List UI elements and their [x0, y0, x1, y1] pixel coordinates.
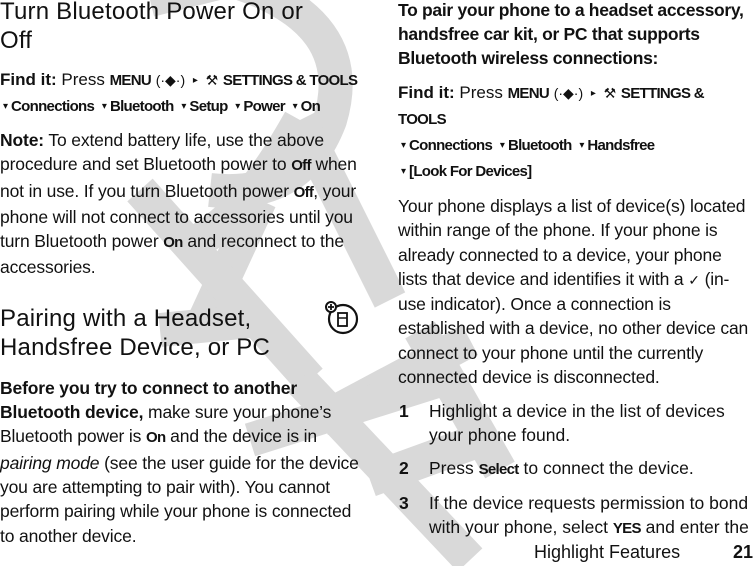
- note-text: To extend battery life, use the above pr…: [0, 130, 324, 175]
- arrow-down-icon: ▾: [579, 140, 585, 151]
- press-text: Press: [61, 70, 105, 89]
- arrow-down-icon: ▾: [401, 140, 407, 151]
- note-label: Note:: [0, 130, 44, 150]
- step-number: 2: [399, 458, 409, 479]
- pairing-intro: To pair your phone to a headset accessor…: [398, 0, 744, 68]
- find-it-label: Find it:: [398, 83, 455, 102]
- path-item: Handsfree: [587, 137, 655, 154]
- find-it-path: Find it: Press MENU (·◆·) ▸ ⚒ SETTINGS &…: [0, 67, 365, 119]
- off-key: Off: [293, 183, 314, 201]
- section-title-pairing: Pairing with a Headset, Handsfree Device…: [0, 304, 365, 362]
- pairing-text: and the device is in: [170, 426, 317, 447]
- find-it-label: Find it:: [0, 70, 57, 89]
- path-item: Bluetooth: [109, 98, 174, 115]
- arrow-down-icon: ▾: [499, 140, 505, 151]
- note-paragraph: Note: To extend battery life, use the ab…: [0, 128, 365, 280]
- new-feature-phone-icon: [325, 301, 359, 335]
- on-key: On: [163, 234, 183, 252]
- pairing-mode-term: pairing mode: [0, 452, 100, 473]
- step-text-post: to connect the device.: [523, 458, 694, 479]
- path-item: [Look For Devices]: [409, 163, 532, 180]
- title-line-2: Off: [0, 27, 33, 54]
- nav-key-icon: (·◆·): [553, 85, 584, 101]
- step-text: If the device requests permission to bon…: [429, 491, 754, 541]
- arrow-right-icon: ▸: [590, 88, 596, 99]
- nav-key-icon: (·◆·): [155, 72, 186, 88]
- arrow-down-icon: ▾: [292, 101, 298, 112]
- left-column: Turn Bluetooth Power On or Off Find it: …: [0, 0, 365, 548]
- step-number: 1: [399, 401, 409, 422]
- path-item: Connections: [11, 98, 95, 115]
- path-item: Bluetooth: [507, 137, 572, 154]
- page-number: 21: [733, 542, 754, 562]
- arrow-down-icon: ▾: [401, 166, 407, 177]
- device-list-paragraph: Your phone displays a list of device(s) …: [398, 194, 754, 389]
- step-2: 2 Press Select to connect the device.: [398, 456, 754, 482]
- path-item: Power: [243, 98, 285, 115]
- path-item: On: [300, 98, 321, 115]
- step-text-post: and enter the: [645, 517, 749, 538]
- page-footer: Highlight Features 21: [0, 542, 754, 566]
- title-line-2: Handsfree Device, or PC: [0, 333, 271, 361]
- section-title-bluetooth-power: Turn Bluetooth Power On or Off: [0, 0, 365, 55]
- settings-tools-icon: ⚒: [205, 72, 219, 88]
- select-key: Select: [478, 461, 520, 479]
- step-3: 3 If the device requests permission to b…: [398, 491, 754, 541]
- arrow-down-icon: ▾: [3, 101, 9, 112]
- settings-tools-label: SETTINGS & TOOLS: [222, 72, 358, 89]
- arrow-down-icon: ▾: [101, 101, 107, 112]
- arrow-right-icon: ▸: [192, 75, 198, 86]
- title-line-1: Pairing with a Headset,: [0, 304, 252, 332]
- settings-tools-icon: ⚒: [603, 85, 617, 101]
- menu-key: MENU: [507, 85, 550, 102]
- footer-section-title: Highlight Features: [534, 542, 681, 562]
- step-1: 1 Highlight a device in the list of devi…: [398, 399, 754, 447]
- on-key: On: [146, 429, 166, 447]
- yes-key: YES: [612, 520, 642, 538]
- path-item: Setup: [189, 98, 228, 115]
- menu-key: MENU: [109, 72, 152, 89]
- arrow-down-icon: ▾: [235, 101, 241, 112]
- find-it-path: Find it: Press MENU (·◆·) ▸ ⚒ SETTINGS &…: [398, 80, 754, 184]
- pairing-paragraph: Before you try to connect to another Blu…: [0, 376, 365, 548]
- step-number: 3: [399, 493, 409, 514]
- in-use-check-icon: ✓: [688, 271, 700, 288]
- off-key: Off: [291, 157, 311, 175]
- arrow-down-icon: ▾: [181, 101, 187, 112]
- step-text: Highlight a device in the list of device…: [429, 401, 725, 446]
- step-text: Press Select to connect the device.: [429, 456, 754, 482]
- path-item: Connections: [409, 137, 493, 154]
- press-text: Press: [459, 83, 503, 102]
- step-text-pre: Press: [429, 458, 474, 479]
- title-line-1: Turn Bluetooth Power On or: [0, 0, 304, 25]
- right-column: To pair your phone to a headset accessor…: [398, 0, 754, 541]
